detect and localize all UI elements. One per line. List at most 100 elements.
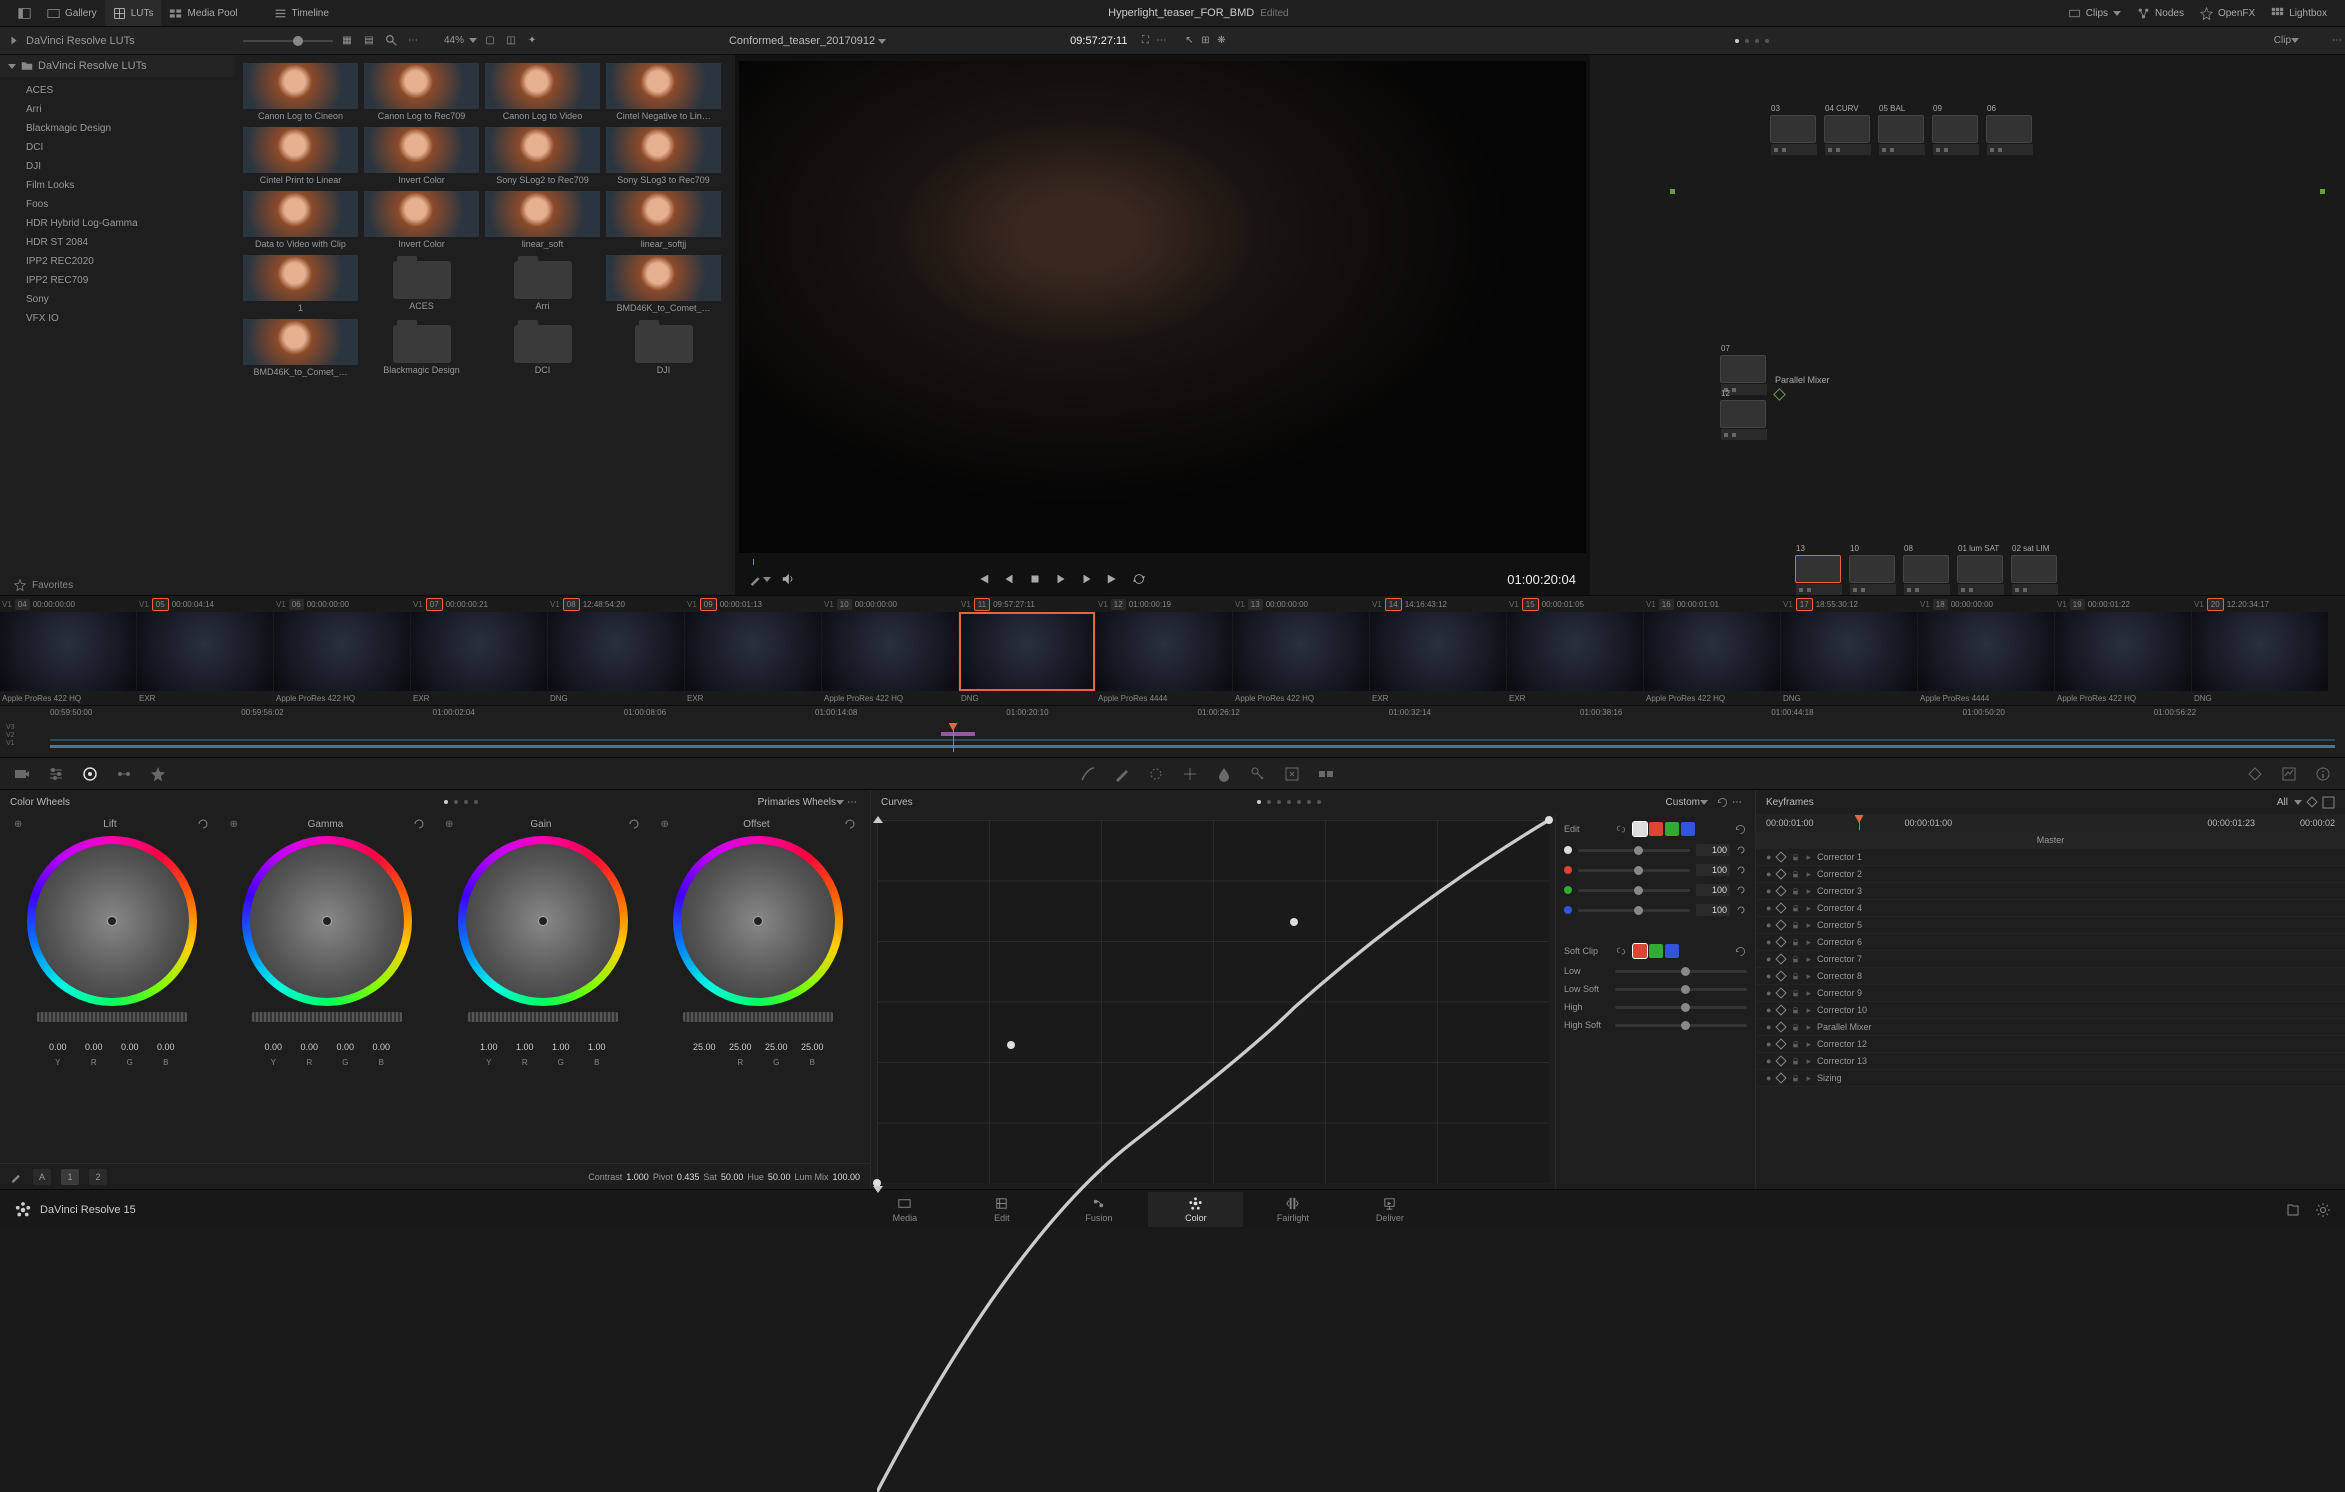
sidebar-item[interactable]: VFX IO [0,309,235,328]
lut-item[interactable]: Invert Color [364,127,479,185]
reset-icon[interactable] [1736,845,1747,856]
lut-item[interactable]: Canon Log to Rec709 [364,63,479,121]
kf-ruler[interactable]: 00:00:01:00 00:00:01:00 00:00:01:23 00:0… [1756,814,2345,832]
lut-item[interactable]: ACES [364,255,479,313]
clip-thumbnail[interactable]: V11414:16:43:12EXR [1370,596,1506,705]
nodes-toolbar-icon[interactable] [116,766,132,782]
lut-item[interactable]: Sony SLog3 to Rec709 [606,127,721,185]
keyframe-row[interactable]: ●▸Sizing [1756,1070,2345,1087]
lut-item[interactable]: DJI [606,319,721,377]
color-node[interactable]: 05 BAL [1878,115,1924,143]
keyframe-row[interactable]: ●▸Corrector 8 [1756,968,2345,985]
reset-icon[interactable] [1736,865,1747,876]
keyframe-row[interactable]: ●▸Corrector 13 [1756,1053,2345,1070]
wheel-value[interactable]: 0.00 [41,1042,75,1052]
color-wheel[interactable] [27,836,197,1006]
lut-item[interactable]: Canon Log to Video [485,63,600,121]
keyframe-row[interactable]: ●▸Corrector 9 [1756,985,2345,1002]
wheel-value[interactable]: 25.00 [723,1042,757,1052]
expand-icon[interactable]: ⛶ [1137,33,1153,49]
scrub-playhead[interactable] [753,559,754,565]
panel-toggle-icon[interactable] [10,0,39,26]
mini-timeline[interactable]: V3V2V1 00:59:50:0000:59:56:0201:00:02:04… [0,705,2345,757]
sidebar-root[interactable]: DaVinci Resolve LUTs [0,55,235,77]
grid-view-icon[interactable]: ▤ [361,33,377,49]
options-icon[interactable]: ⋯ [405,33,421,49]
highlight-icon[interactable]: ✦ [524,33,540,49]
intensity-y[interactable]: 100 [1696,844,1730,856]
keyframe-row[interactable]: ●▸Corrector 3 [1756,883,2345,900]
lut-item[interactable]: Invert Color [364,191,479,249]
viewer-opt2-icon[interactable]: ◫ [503,33,519,49]
nodes-options-icon[interactable]: ⋯ [2329,33,2345,49]
project-manager-icon[interactable] [2285,1202,2301,1218]
wheel-value[interactable]: 25.00 [795,1042,829,1052]
clip-thumbnail[interactable]: V10500:00:04:14EXR [137,596,273,705]
channel-r[interactable] [1649,822,1663,836]
keyframe-row[interactable]: ●▸Corrector 12 [1756,1036,2345,1053]
first-frame-icon[interactable] [976,572,990,586]
wheel-value[interactable]: 0.00 [364,1042,398,1052]
clip-thumbnail[interactable]: V11201:00:00:19Apple ProRes 4444 [1096,596,1232,705]
color-node[interactable]: 13 [1795,555,1841,583]
high-slider[interactable] [1615,1006,1747,1009]
master-wheel-strip[interactable] [683,1012,833,1022]
loop-icon[interactable] [1132,572,1146,586]
node-graph[interactable]: Parallel Mixer 0304 CURV05 BAL0906071213… [1590,55,2345,595]
star-toolbar-icon[interactable] [150,766,166,782]
sidebar-item[interactable]: IPP2 REC709 [0,271,235,290]
timeline-name[interactable]: Conformed_teaser_20170912 [729,35,875,47]
chevron-left-icon[interactable] [12,37,17,45]
lut-item[interactable]: Sony SLog2 to Rec709 [485,127,600,185]
viewer-options-icon[interactable]: ⋯ [1153,33,1169,49]
color-node[interactable]: 01 lum SAT [1957,555,2003,583]
clip-thumbnail[interactable]: V10400:00:00:00Apple ProRes 422 HQ [0,596,136,705]
sizing-icon[interactable] [1284,766,1300,782]
color-node[interactable]: 07 [1720,355,1766,383]
wheel-value[interactable]: 0.00 [77,1042,111,1052]
intensity-slider-r[interactable] [1578,869,1690,872]
channel-g[interactable] [1665,822,1679,836]
curves-mode[interactable]: Custom [1666,797,1700,808]
mute-icon[interactable] [781,572,795,586]
lut-item[interactable]: DCI [485,319,600,377]
keyframe-row[interactable]: ●▸Corrector 5 [1756,917,2345,934]
viewer-opt1-icon[interactable]: ▢ [482,33,498,49]
wheels-more-icon[interactable]: ⋯ [844,794,860,810]
highsoft-slider[interactable] [1615,1024,1747,1027]
play-icon[interactable] [1054,572,1068,586]
curve-white-marker[interactable] [873,816,883,823]
master-wheel-strip[interactable] [37,1012,187,1022]
lut-item[interactable]: Arri [485,255,600,313]
target-icon[interactable] [82,766,98,782]
settings-icon[interactable] [2315,1202,2331,1218]
reset-icon[interactable] [1734,945,1747,958]
camera-icon[interactable] [14,766,30,782]
keyframe-row[interactable]: ●▸Corrector 6 [1756,934,2345,951]
lightbox-button[interactable]: Lightbox [2263,0,2335,26]
tracker-icon[interactable] [1182,766,1198,782]
stereo-icon[interactable] [1318,766,1334,782]
window-icon[interactable] [1148,766,1164,782]
page1-button[interactable]: 1 [61,1169,79,1185]
lut-item[interactable]: Cintel Negative to Lin… [606,63,721,121]
fx-icon[interactable]: ❋ [1213,33,1229,49]
auto-button[interactable]: A [33,1169,51,1185]
keyframe-row[interactable]: ●▸Corrector 4 [1756,900,2345,917]
clips-button[interactable]: Clips [2060,0,2129,26]
timeline-button[interactable]: Timeline [266,0,337,26]
lut-item[interactable]: Data to Video with Clip [243,191,358,249]
intensity-slider-b[interactable] [1578,909,1690,912]
clip-thumbnail[interactable]: V10900:00:01:13EXR [685,596,821,705]
scopes-icon[interactable] [2281,766,2297,782]
clip-thumbnail[interactable]: V11800:00:00:00Apple ProRes 4444 [1918,596,2054,705]
color-node[interactable]: 06 [1986,115,2032,143]
keyframe-row[interactable]: ●▸Parallel Mixer [1756,1019,2345,1036]
curves-tool-icon[interactable] [1080,766,1096,782]
color-node[interactable]: 08 [1903,555,1949,583]
viewer-image[interactable] [739,61,1586,553]
color-wheel[interactable] [458,836,628,1006]
viewer-timecode[interactable]: 09:57:27:11 [1060,35,1137,47]
diamond-icon[interactable] [2306,796,2317,807]
intensity-b[interactable]: 100 [1696,904,1730,916]
